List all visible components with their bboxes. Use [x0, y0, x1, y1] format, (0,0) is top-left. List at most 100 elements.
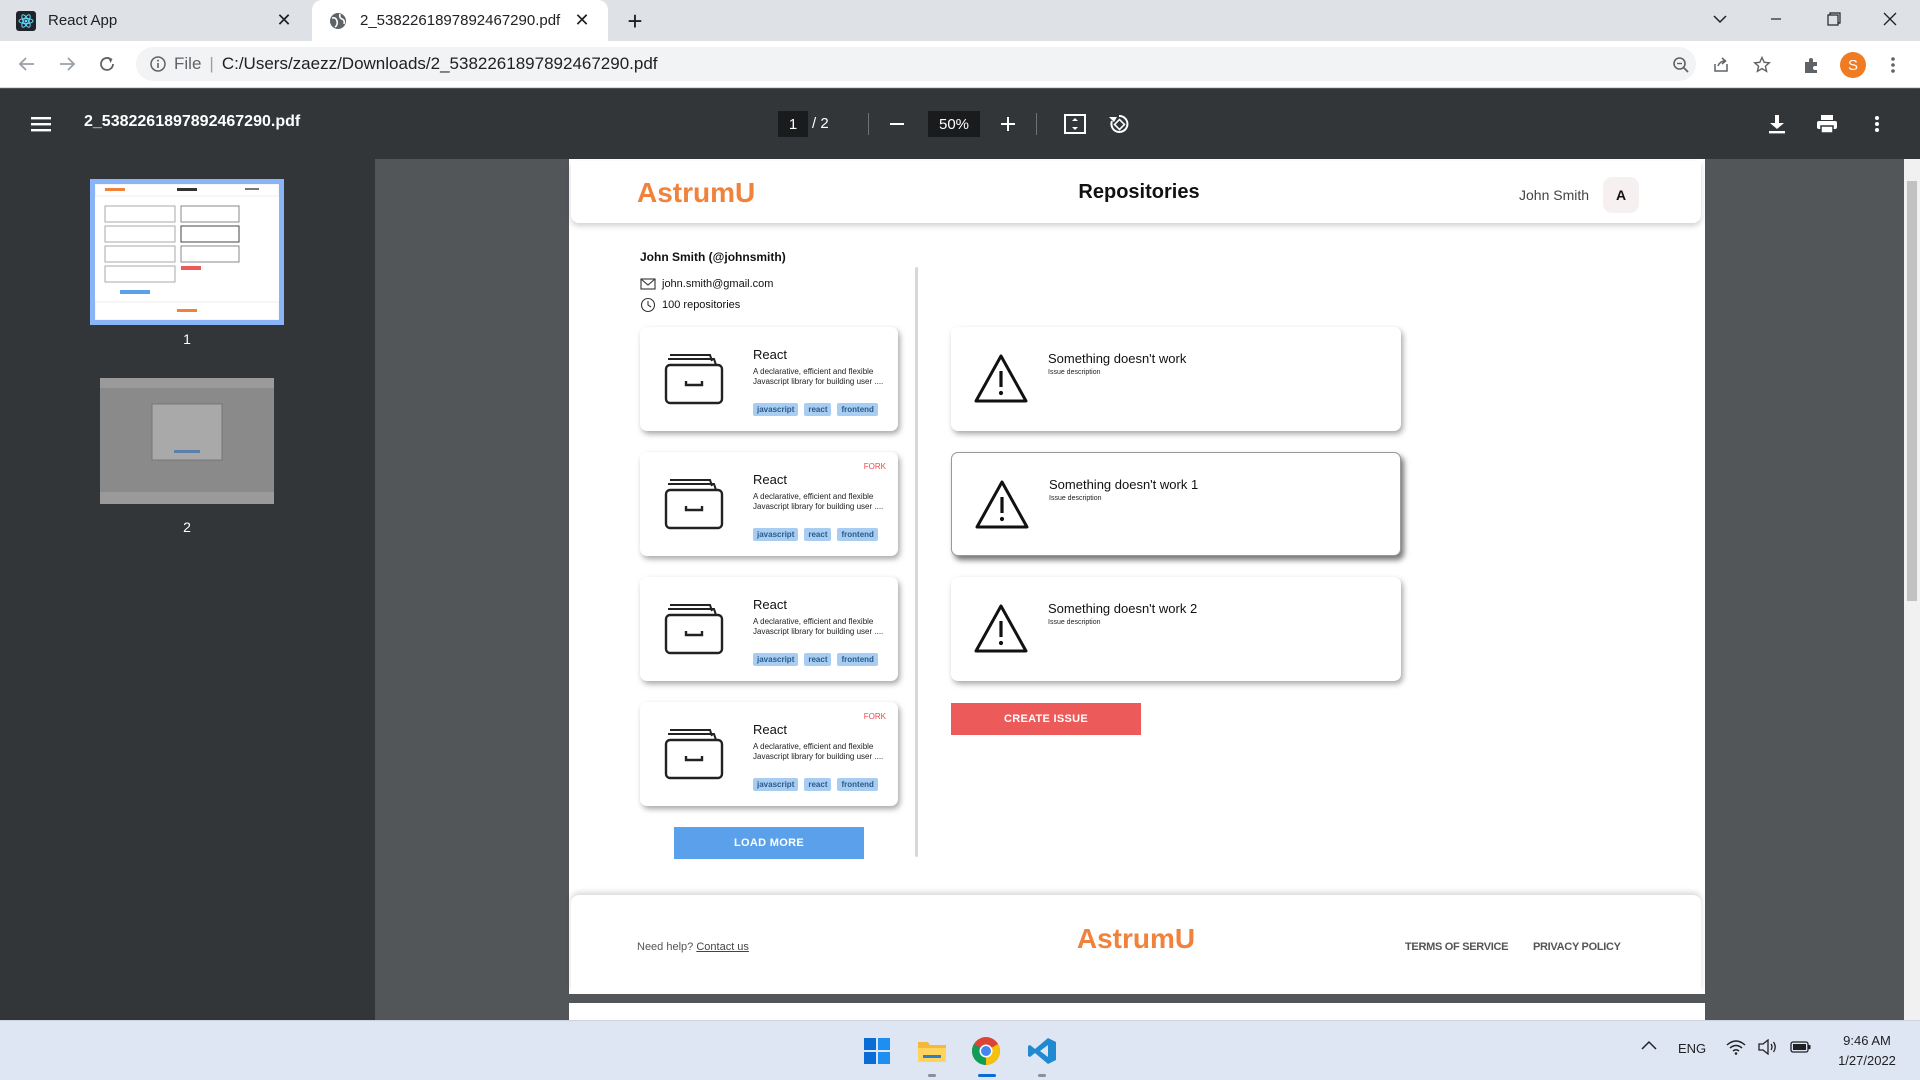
tag-chip[interactable]: javascript — [753, 653, 799, 666]
app-header: AstrumU Repositories John Smith A — [571, 161, 1701, 223]
fit-page-icon[interactable] — [1062, 111, 1088, 137]
system-clock[interactable]: 9:46 AM 1/27/2022 — [1822, 1031, 1912, 1071]
repo-card[interactable]: FORK React A declarative, efficient and … — [640, 452, 898, 556]
wifi-icon[interactable] — [1726, 1039, 1746, 1055]
rotate-icon[interactable] — [1106, 111, 1132, 137]
fork-badge: FORK — [863, 712, 886, 721]
privacy-link[interactable]: PRIVACY POLICY — [1533, 941, 1621, 953]
repo-card[interactable]: FORK React A declarative, efficient and … — [640, 702, 898, 806]
fork-badge: FORK — [863, 462, 886, 471]
header-user-name: John Smith — [1519, 187, 1590, 203]
tag-chip[interactable]: frontend — [837, 528, 878, 541]
history-icon — [640, 297, 656, 313]
restore-icon[interactable] — [1806, 0, 1862, 38]
create-issue-button[interactable]: CREATE ISSUE — [951, 703, 1141, 735]
address-bar[interactable]: File | C:/Users/zaezz/Downloads/2_538226… — [136, 47, 1696, 81]
issue-card[interactable]: Something doesn't work 1 Issue descripti… — [951, 452, 1401, 556]
file-explorer-icon[interactable] — [914, 1033, 950, 1069]
repo-tags: javascript react frontend — [753, 403, 884, 416]
zoom-in-icon[interactable] — [995, 111, 1021, 137]
new-tab-button[interactable]: + — [620, 6, 650, 36]
profile-name: John Smith (@johnsmith) — [640, 250, 786, 264]
forward-icon[interactable] — [52, 49, 82, 79]
chevron-up-icon[interactable] — [1640, 1039, 1658, 1051]
tag-chip[interactable]: frontend — [837, 403, 878, 416]
clock-date: 1/27/2022 — [1838, 1053, 1896, 1068]
window-close-icon[interactable] — [1862, 0, 1918, 38]
pdf-page-2-top — [569, 1003, 1705, 1020]
zoom-lens-icon[interactable] — [1668, 52, 1694, 78]
close-icon[interactable]: ✕ — [274, 10, 294, 31]
tag-chip[interactable]: react — [804, 653, 832, 666]
document-viewport: AstrumU Repositories John Smith A John S… — [375, 159, 1904, 1020]
taskbar-indicator-active — [978, 1074, 996, 1077]
separator: | — [209, 54, 214, 73]
tab-react-app[interactable]: React App ✕ — [0, 0, 310, 41]
load-more-button[interactable]: LOAD MORE — [674, 827, 864, 859]
reload-icon[interactable] — [92, 49, 122, 79]
issue-title: Something doesn't work — [1048, 351, 1187, 366]
pdf-toolbar: 2_5382261897892467290.pdf 1 / 2 50% — [0, 89, 1920, 159]
more-vert-icon[interactable] — [1864, 111, 1890, 137]
issue-title: Something doesn't work 2 — [1048, 601, 1198, 616]
close-icon[interactable]: ✕ — [572, 10, 592, 31]
thumbnail-sidebar: 1 2 — [0, 159, 375, 1020]
profile-avatar[interactable]: S — [1840, 52, 1866, 78]
tag-chip[interactable]: frontend — [837, 778, 878, 791]
vertical-scrollbar[interactable] — [1904, 159, 1920, 1020]
tag-chip[interactable]: frontend — [837, 653, 878, 666]
repo-card[interactable]: React A declarative, efficient and flexi… — [640, 577, 898, 681]
page-number-input[interactable]: 1 — [778, 111, 808, 137]
issue-title: Something doesn't work 1 — [1049, 477, 1199, 492]
minimize-icon[interactable] — [1748, 0, 1804, 38]
thumbnail-label-2: 2 — [183, 519, 191, 535]
tag-chip[interactable]: react — [804, 778, 832, 791]
divider — [868, 113, 869, 135]
repo-card[interactable]: React A declarative, efficient and flexi… — [640, 327, 898, 431]
issue-description: Issue description — [1049, 495, 1102, 502]
zoom-level-input[interactable]: 50% — [928, 111, 980, 137]
tag-chip[interactable]: javascript — [753, 403, 799, 416]
info-icon[interactable] — [150, 56, 166, 72]
zoom-out-icon[interactable] — [884, 111, 910, 137]
profile-repo-count: 100 repositories — [662, 299, 741, 311]
language-indicator[interactable]: ENG — [1678, 1041, 1706, 1056]
scrollbar-thumb[interactable] — [1907, 181, 1917, 601]
email-row: john.smith@gmail.com — [640, 276, 773, 292]
repo-tags: javascript react frontend — [753, 528, 884, 541]
bookmark-star-icon[interactable] — [1749, 52, 1775, 78]
issue-card[interactable]: Something doesn't work Issue description — [951, 327, 1401, 431]
tab-title: React App — [48, 12, 118, 29]
more-vert-icon[interactable] — [1880, 52, 1906, 78]
page-thumbnail-2[interactable] — [100, 378, 274, 504]
repo-count-row: 100 repositories — [640, 297, 740, 313]
back-icon[interactable] — [12, 49, 42, 79]
issue-card[interactable]: Something doesn't work 2 Issue descripti… — [951, 577, 1401, 681]
tag-chip[interactable]: react — [804, 403, 832, 416]
repo-tags: javascript react frontend — [753, 778, 884, 791]
avatar: A — [1603, 177, 1639, 213]
tab-pdf[interactable]: 2_5382261897892467290.pdf ✕ — [312, 0, 608, 41]
tag-chip[interactable]: react — [804, 528, 832, 541]
print-icon[interactable] — [1814, 111, 1840, 137]
divider — [1036, 113, 1037, 135]
terms-link[interactable]: TERMS OF SERVICE — [1405, 941, 1508, 953]
download-icon[interactable] — [1764, 111, 1790, 137]
column-divider — [915, 267, 918, 857]
tab-search-icon[interactable] — [1692, 0, 1748, 38]
volume-icon[interactable] — [1758, 1039, 1778, 1055]
page-thumbnail-1[interactable] — [90, 179, 284, 325]
tag-chip[interactable]: javascript — [753, 778, 799, 791]
tab-title: 2_5382261897892467290.pdf — [360, 12, 561, 29]
share-icon[interactable] — [1708, 52, 1734, 78]
repo-tags: javascript react frontend — [753, 653, 884, 666]
repo-name: React — [753, 597, 787, 612]
extensions-icon[interactable] — [1798, 52, 1824, 78]
start-icon[interactable] — [859, 1033, 895, 1069]
menu-icon[interactable] — [28, 111, 54, 137]
vscode-icon[interactable] — [1024, 1033, 1060, 1069]
tag-chip[interactable]: javascript — [753, 528, 799, 541]
taskbar-indicator — [928, 1074, 936, 1077]
chrome-icon[interactable] — [968, 1033, 1004, 1069]
battery-icon[interactable] — [1790, 1039, 1812, 1055]
